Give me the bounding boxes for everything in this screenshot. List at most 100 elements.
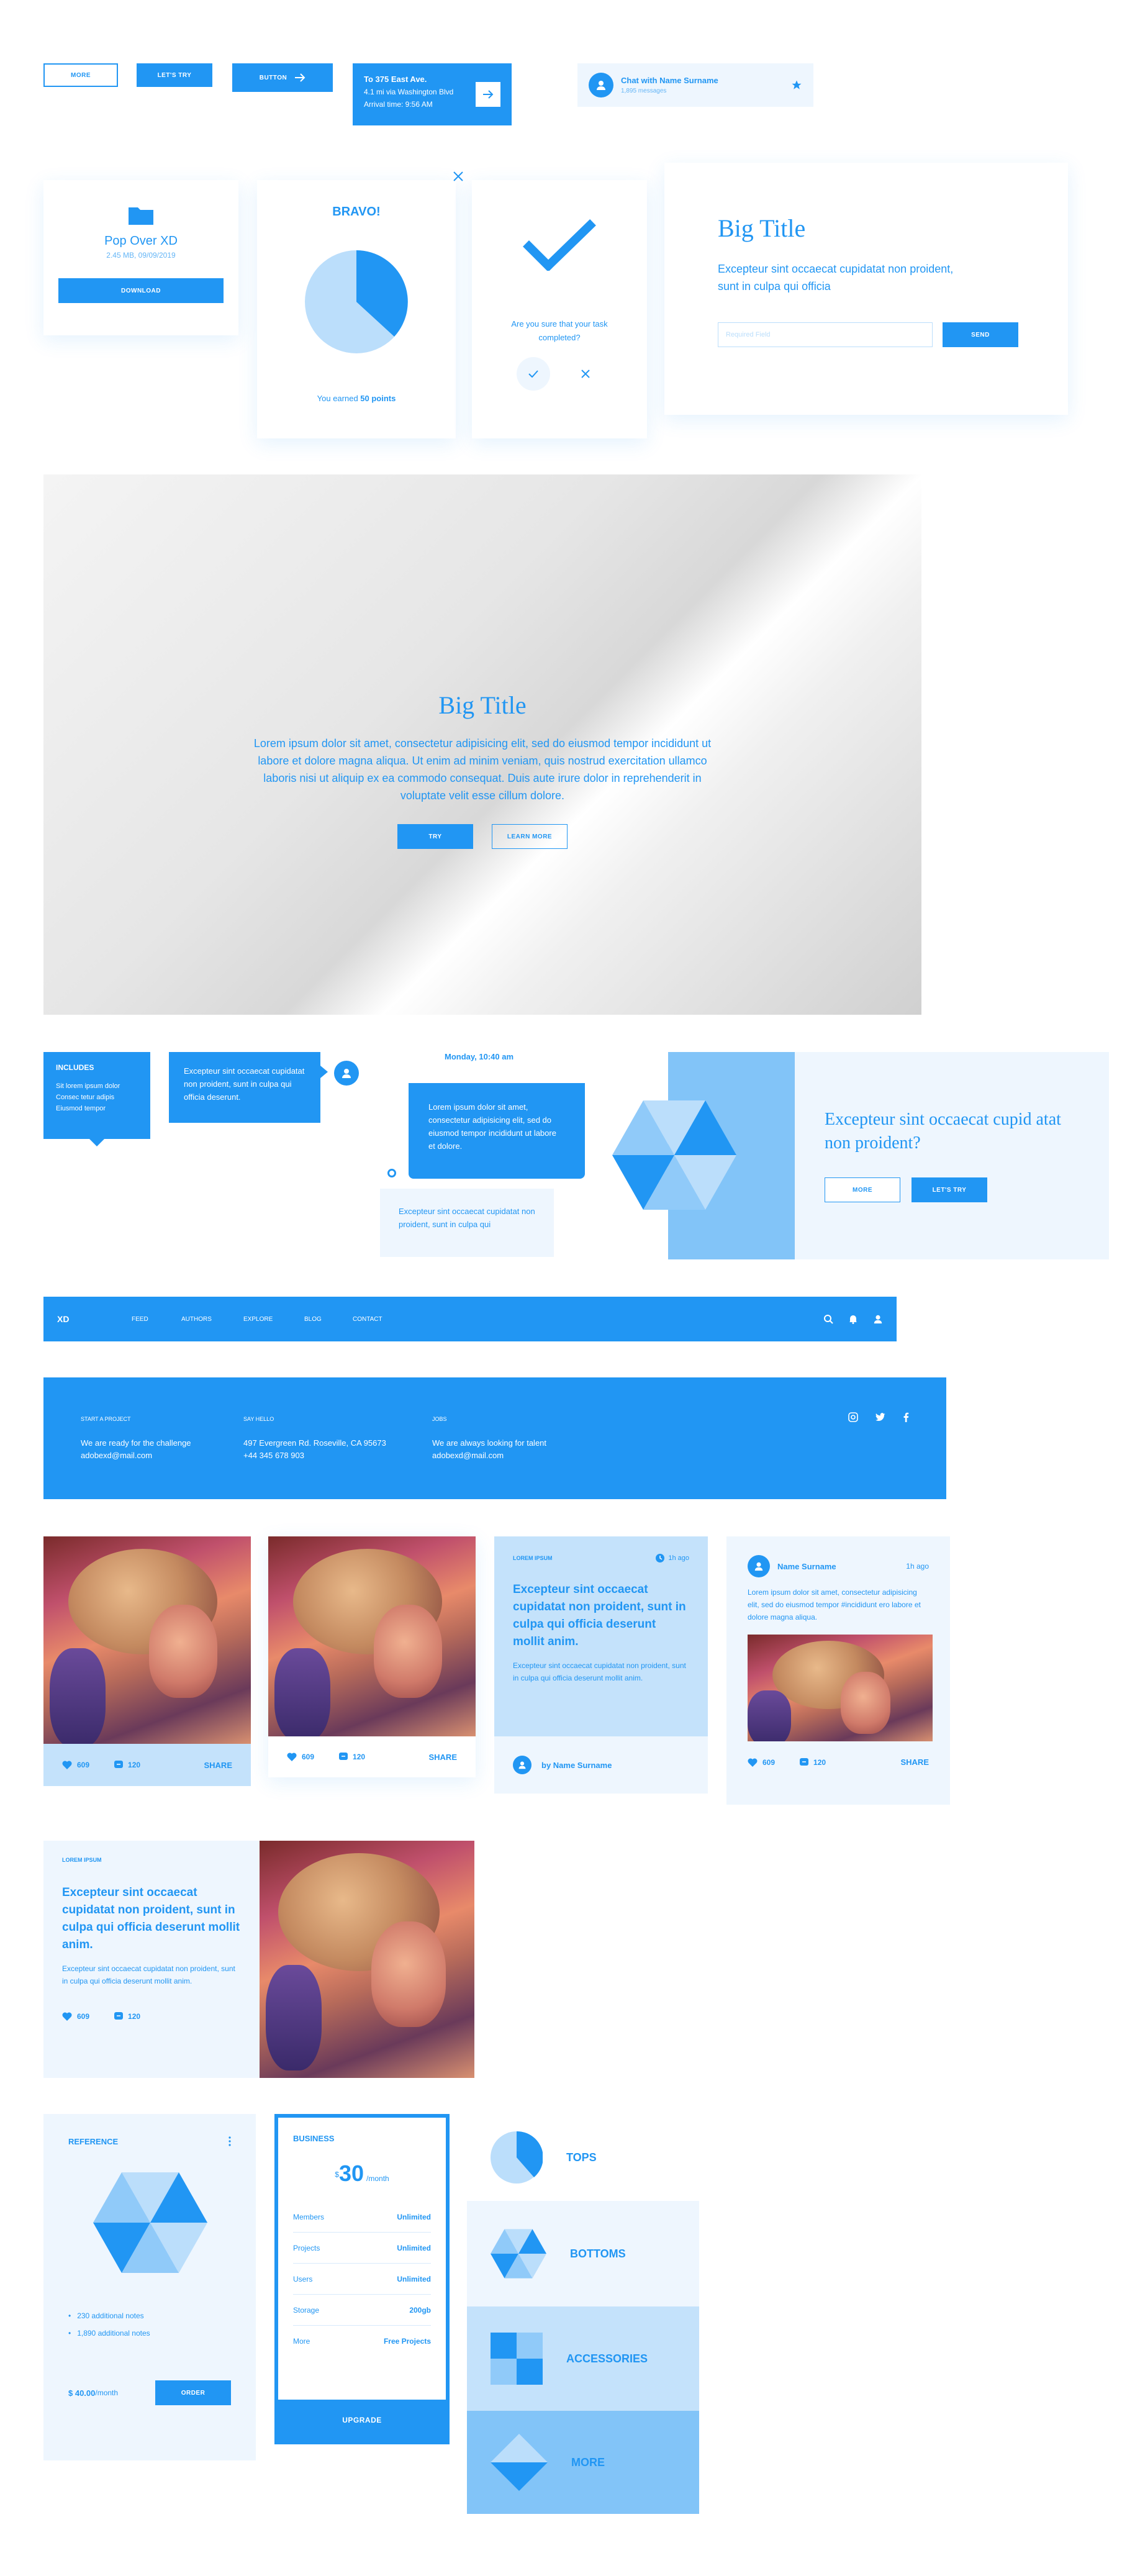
footer-line: We are always looking for talent — [432, 1438, 547, 1448]
arrow-button[interactable]: BUTTON — [232, 63, 333, 92]
close-icon — [581, 370, 590, 378]
reference-price: $ 40.00 — [68, 2388, 96, 2398]
promo-try-button[interactable]: LET'S TRY — [912, 1177, 987, 1202]
lets-try-button[interactable]: LET'S TRY — [137, 63, 212, 87]
arrow-right-icon — [295, 73, 305, 82]
pricing-row: Storage 200gb — [293, 2295, 431, 2326]
hero-title: Big Title — [438, 691, 527, 719]
chat-chip[interactable]: Chat with Name Surname 1,895 messages — [577, 63, 813, 107]
order-button[interactable]: ORDER — [155, 2380, 231, 2405]
twitter-icon[interactable] — [875, 1413, 885, 1422]
footer-label: START A PROJECT — [81, 1416, 131, 1422]
nav-item-feed[interactable]: FEED — [132, 1316, 181, 1323]
category-label: BOTTOMS — [570, 2247, 626, 2260]
heart-icon[interactable] — [62, 1761, 72, 1769]
big-title-card: Big Title Excepteur sint occaecat cupida… — [664, 163, 1068, 415]
learn-more-button[interactable]: LEARN MORE — [492, 824, 568, 849]
heart-icon[interactable] — [748, 1757, 758, 1767]
share-button[interactable]: SHARE — [900, 1757, 929, 1767]
cube-icon — [93, 2172, 207, 2273]
avatar — [334, 1061, 359, 1086]
wide-text-card: LOREM IPSUM Excepteur sint occaecat cupi… — [43, 1841, 260, 2078]
comment-icon[interactable] — [114, 2012, 124, 2021]
bravo-card: BRAVO! You earned 50 points — [257, 171, 463, 438]
send-button[interactable]: SEND — [943, 322, 1018, 347]
comment-count: 120 — [128, 1761, 141, 1769]
post-time: 1h ago — [906, 1562, 929, 1571]
footer: START A PROJECT We are ready for the cha… — [43, 1377, 946, 1499]
check-icon — [528, 370, 538, 378]
card-time: 1h ago — [668, 1554, 689, 1562]
hero-text: Lorem ipsum dolor sit amet, consectetur … — [253, 737, 712, 802]
avatar — [513, 1756, 532, 1774]
card-heading: Excepteur sint occaecat cupidatat non pr… — [513, 1583, 686, 1648]
footer-address: 497 Evergreen Rd. Roseville, CA 95673 — [243, 1438, 386, 1448]
confirm-check-button[interactable] — [517, 357, 550, 391]
photo-card: 609 120 SHARE — [268, 1536, 476, 1777]
chat-time: Monday, 10:40 am — [445, 1052, 514, 1061]
download-button[interactable]: DOWNLOAD — [58, 278, 224, 303]
promo-more-button[interactable]: MORE — [825, 1177, 900, 1202]
required-field-input[interactable]: Required Field — [718, 322, 933, 347]
close-icon[interactable] — [452, 170, 464, 183]
reference-title: REFERENCE — [68, 2136, 119, 2146]
includes-item: Sit lorem ipsum dolor — [56, 1082, 120, 1090]
directions-card[interactable]: To 375 East Ave. 4.1 mi via Washington B… — [353, 63, 512, 125]
nav-item-explore[interactable]: EXPLORE — [243, 1316, 304, 1323]
logo: XD — [57, 1314, 70, 1324]
category-label: ACCESSORIES — [566, 2352, 648, 2365]
button-label: BUTTON — [259, 74, 287, 81]
price-amount: 30 — [338, 2161, 364, 2186]
go-button[interactable] — [476, 82, 500, 107]
comment-icon[interactable] — [339, 1753, 348, 1761]
card-text: Excepteur sint occaecat cupidatat non pr… — [718, 263, 954, 293]
text-card: LOREM IPSUM 1h ago Excepteur sint occaec… — [494, 1536, 708, 1736]
upgrade-button[interactable]: UPGRADE — [278, 2400, 446, 2441]
comment-icon[interactable] — [114, 1761, 124, 1769]
nav-item-authors[interactable]: AUTHORS — [181, 1316, 243, 1323]
user-icon — [597, 81, 605, 90]
search-icon[interactable] — [823, 1314, 833, 1324]
instagram-icon[interactable] — [848, 1412, 858, 1422]
heart-icon[interactable] — [62, 2012, 72, 2021]
share-button[interactable]: SHARE — [204, 1761, 232, 1770]
post-author[interactable]: Name Surname — [777, 1562, 836, 1571]
footer-email[interactable]: adobexd@mail.com — [81, 1449, 236, 1462]
more-vertical-icon[interactable] — [228, 2136, 231, 2146]
bravo-points: 50 points — [360, 394, 396, 403]
footer-line: We are ready for the challenge — [81, 1438, 191, 1448]
diamond-icon — [491, 2434, 548, 2491]
comment-icon[interactable] — [800, 1757, 809, 1767]
category-tops[interactable]: TOPS — [467, 2114, 699, 2201]
squares-icon — [491, 2333, 543, 2385]
dot — [387, 1169, 396, 1177]
user-icon[interactable] — [873, 1314, 883, 1324]
photo — [748, 1635, 933, 1741]
bell-icon[interactable] — [848, 1314, 858, 1324]
post-card: Name Surname 1h ago Lorem ipsum dolor si… — [726, 1536, 950, 1805]
category-accessories[interactable]: ACCESSORIES — [467, 2306, 699, 2411]
star-icon[interactable] — [791, 79, 802, 91]
share-button[interactable]: SHARE — [428, 1753, 457, 1762]
card-body: Excepteur sint occaecat cupidatat non pr… — [62, 1964, 235, 1985]
nav-item-contact[interactable]: CONTACT — [353, 1316, 415, 1323]
more-button[interactable]: MORE — [43, 63, 118, 87]
popover-card: Pop Over XD 2.45 MB, 09/09/2019 DOWNLOAD — [43, 180, 238, 335]
category-more[interactable]: MORE — [467, 2411, 699, 2514]
heart-icon[interactable] — [287, 1753, 297, 1761]
facebook-icon[interactable] — [903, 1412, 909, 1422]
author-name[interactable]: by Name Surname — [541, 1761, 612, 1770]
category-bottoms[interactable]: BOTTOMS — [467, 2201, 699, 2306]
hero-banner: Big Title Lorem ipsum dolor sit amet, co… — [43, 474, 921, 1015]
reference-card: REFERENCE • 230 additional notes • 1,890… — [43, 2114, 256, 2460]
nav-item-blog[interactable]: BLOG — [304, 1316, 353, 1323]
user-icon — [754, 1562, 763, 1571]
includes-item: Eiusmod tempor — [56, 1105, 106, 1112]
confirm-cancel-button[interactable] — [569, 357, 602, 391]
includes-item: Consec tetur adipis — [56, 1094, 115, 1101]
footer-email[interactable]: adobexd@mail.com — [432, 1449, 606, 1462]
promo-card: Excepteur sint occaecat cupid atat non p… — [612, 1052, 1109, 1259]
bravo-text: You earned — [317, 394, 361, 403]
try-button[interactable]: TRY — [397, 824, 473, 849]
comment-count: 120 — [128, 2012, 141, 2021]
